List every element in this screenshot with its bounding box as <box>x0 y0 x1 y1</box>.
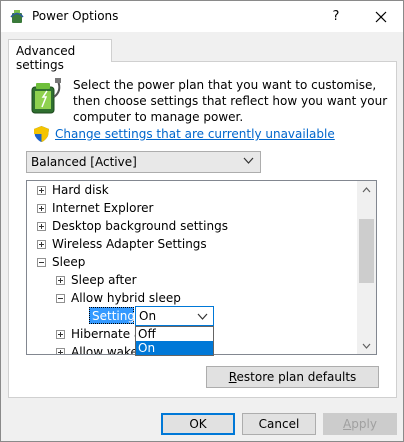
scroll-down-arrow[interactable] <box>357 337 376 354</box>
apply-label: pply <box>351 417 377 431</box>
restore-accelerator: R <box>228 370 237 384</box>
expand-icon[interactable] <box>37 222 46 231</box>
expand-icon[interactable] <box>56 330 65 339</box>
battery-plug-icon <box>31 78 61 114</box>
tree-scrollbar[interactable] <box>357 181 376 354</box>
setting-dropdown-list[interactable]: Off On <box>135 326 214 356</box>
tree-item-label: Sleep after <box>71 273 137 287</box>
expand-icon[interactable] <box>37 240 46 249</box>
chevron-down-icon <box>197 313 208 320</box>
hybrid-sleep-setting-select[interactable]: On <box>135 306 214 326</box>
expand-icon[interactable] <box>37 204 46 213</box>
shield-icon <box>34 126 49 142</box>
expand-icon[interactable] <box>37 186 46 195</box>
apply-button[interactable]: Apply <box>323 413 397 435</box>
power-plan-select[interactable]: Balanced [Active] <box>26 151 261 173</box>
tree-item-label: Desktop background settings <box>52 219 228 233</box>
collapse-icon[interactable] <box>56 294 65 303</box>
collapse-icon[interactable] <box>37 258 46 267</box>
ok-button[interactable]: OK <box>161 413 235 435</box>
setting-value: On <box>139 309 157 323</box>
close-button[interactable] <box>359 1 403 32</box>
setting-label: Setting: <box>89 307 139 324</box>
power-options-app-icon <box>10 10 24 23</box>
expand-icon[interactable] <box>56 276 65 285</box>
title-bar[interactable]: Power Options ? <box>1 1 403 32</box>
expand-icon[interactable] <box>56 348 65 354</box>
chevron-up-icon <box>362 186 371 192</box>
help-button[interactable]: ? <box>314 1 358 32</box>
scroll-thumb[interactable] <box>359 219 374 283</box>
tree-item-label: Allow hybrid sleep <box>71 291 181 305</box>
window-title: Power Options <box>32 9 119 23</box>
change-settings-link[interactable]: Change settings that are currently unava… <box>55 127 335 141</box>
close-icon <box>375 11 387 22</box>
dropdown-option-on[interactable]: On <box>136 341 213 355</box>
restore-plan-defaults-button[interactable]: Restore plan defaults <box>206 366 379 388</box>
restore-label: estore plan defaults <box>236 370 357 384</box>
scroll-up-arrow[interactable] <box>357 181 376 198</box>
tree-item-label: Sleep <box>52 255 86 269</box>
chevron-down-icon <box>243 157 254 164</box>
power-options-window: Power Options ? Advanced settings Select… <box>0 0 404 442</box>
tree-item-label: Hard disk <box>52 183 109 197</box>
tab-advanced-settings[interactable]: Advanced settings <box>8 39 112 72</box>
power-plan-value: Balanced [Active] <box>31 155 137 169</box>
tree-item-label: Internet Explorer <box>52 201 154 215</box>
plan-description: Select the power plan that you want to c… <box>73 78 388 124</box>
cancel-button[interactable]: Cancel <box>242 413 316 435</box>
tree-item-label: Wireless Adapter Settings <box>52 237 207 251</box>
dropdown-option-off[interactable]: Off <box>136 327 213 341</box>
chevron-down-icon <box>362 343 371 349</box>
